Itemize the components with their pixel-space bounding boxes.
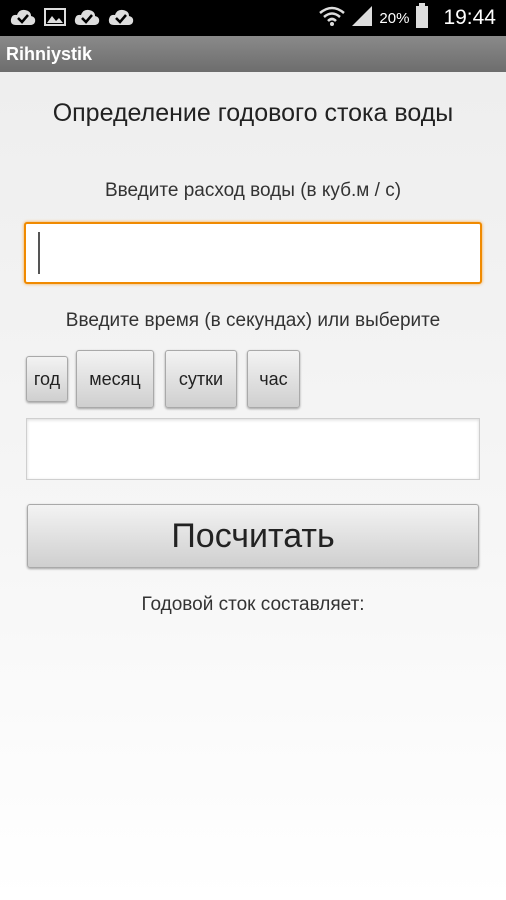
system-icons: 20% 19:44 bbox=[319, 0, 496, 36]
wifi-icon bbox=[319, 5, 346, 31]
notification-icons bbox=[10, 7, 134, 31]
text-cursor bbox=[38, 232, 40, 274]
image-icon bbox=[44, 7, 66, 31]
action-bar: Rihniystik bbox=[0, 36, 506, 72]
main-content: Определение годового стока воды Введите … bbox=[0, 72, 506, 900]
status-bar: 20% 19:44 bbox=[0, 0, 506, 36]
app-title: Rihniystik bbox=[6, 44, 93, 64]
cloud-check-icon bbox=[108, 7, 134, 31]
battery-icon bbox=[415, 3, 429, 33]
year-button[interactable]: год bbox=[26, 356, 68, 402]
clock: 19:44 bbox=[443, 6, 496, 29]
flow-input[interactable] bbox=[24, 222, 482, 284]
battery-percent: 20% bbox=[379, 9, 410, 27]
result-label: Годовой сток составляет: bbox=[141, 594, 365, 615]
cloud-check-icon bbox=[74, 7, 100, 31]
page-title: Определение годового стока воды bbox=[52, 99, 454, 127]
hour-button[interactable]: час bbox=[247, 350, 300, 408]
month-button[interactable]: месяц bbox=[76, 350, 154, 408]
calculate-button[interactable]: Посчитать bbox=[27, 504, 479, 568]
time-label: Введите время (в секундах) или выберите bbox=[65, 310, 441, 331]
cloud-check-icon bbox=[10, 7, 36, 31]
signal-icon bbox=[351, 5, 373, 31]
time-input[interactable] bbox=[26, 418, 480, 480]
day-button[interactable]: сутки bbox=[165, 350, 237, 408]
flow-label: Введите расход воды (в куб.м / с) bbox=[104, 180, 402, 201]
